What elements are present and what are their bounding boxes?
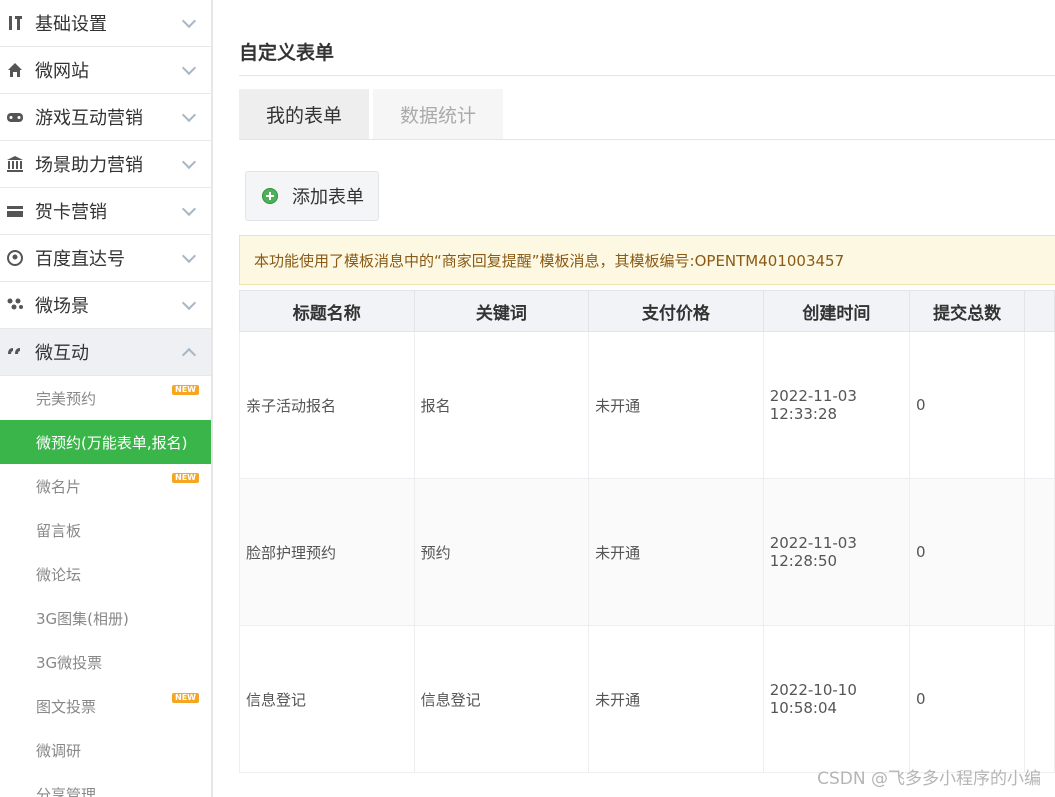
gamepad-icon — [6, 108, 24, 126]
cell-keyword: 预约 — [413, 478, 590, 626]
column-header-keyword[interactable]: 关键词 — [413, 290, 590, 332]
home-icon — [6, 61, 24, 79]
main-content: 自定义表单 我的表单 数据统计 添加表单 本功能使用了模板消息中的“商家回复提醒… — [213, 0, 1055, 797]
menu-item-greeting-card[interactable]: 贺卡营销 — [0, 188, 211, 235]
notice-banner: 本功能使用了模板消息中的“商家回复提醒”模板消息，其模板编号:OPENTM401… — [239, 235, 1055, 285]
column-header-more — [1024, 290, 1055, 332]
sub-item-image-vote[interactable]: 图文投票 NEW — [0, 684, 211, 728]
plus-circle-icon — [262, 188, 278, 204]
cell-keyword: 报名 — [413, 331, 590, 479]
sub-item-label: 3G微投票 — [36, 653, 103, 672]
menu-item-label: 微场景 — [35, 296, 89, 317]
page-title: 自定义表单 — [239, 42, 335, 64]
tab-data-stats[interactable]: 数据统计 — [373, 89, 503, 139]
sub-item-label: 完美预约 — [36, 389, 97, 408]
table-header-row: 标题名称 关键词 支付价格 创建时间 提交总数 — [239, 290, 1055, 332]
sub-item-label: 3G图集(相册) — [36, 609, 129, 628]
title-divider — [239, 75, 1055, 76]
sub-item-label: 留言板 — [36, 521, 82, 540]
chevron-up-icon — [181, 347, 197, 363]
chevron-down-icon — [181, 295, 197, 311]
sub-item-perfect-booking[interactable]: 完美预约 NEW — [0, 376, 211, 420]
sub-item-label: 分享管理 — [36, 785, 97, 797]
cell-price: 未开通 — [588, 478, 764, 626]
chevron-down-icon — [181, 248, 197, 264]
cell-more — [1024, 331, 1055, 479]
new-badge: NEW — [172, 693, 199, 703]
cell-title: 脸部护理预约 — [239, 478, 415, 626]
watermark: CSDN @飞多多小程序的小编 — [817, 769, 1041, 789]
add-form-label: 添加表单 — [292, 187, 364, 208]
sub-item-label: 微论坛 — [36, 565, 82, 584]
cell-more — [1024, 625, 1055, 773]
chevron-down-icon — [181, 154, 197, 170]
table-row: 亲子活动报名 报名 未开通 2022-11-03 12:33:28 0 — [239, 331, 1055, 479]
sub-item-share-manage[interactable]: 分享管理 — [0, 772, 211, 797]
menu-item-label: 基础设置 — [35, 14, 107, 35]
sub-item-label: 微调研 — [36, 741, 82, 760]
chevron-down-icon — [181, 13, 197, 29]
sub-item-label: 微名片 — [36, 477, 82, 496]
column-header-title[interactable]: 标题名称 — [239, 290, 415, 332]
table-row: 信息登记 信息登记 未开通 2022-10-10 10:58:04 0 — [239, 625, 1055, 773]
menu-item-basic-settings[interactable]: 基础设置 — [0, 0, 211, 47]
cell-total: 0 — [909, 625, 1026, 773]
menu-item-micro-scene[interactable]: 微场景 — [0, 282, 211, 329]
new-badge: NEW — [172, 385, 199, 395]
cell-price: 未开通 — [588, 625, 764, 773]
sub-item-label: 微预约(万能表单,报名) — [36, 433, 188, 452]
sub-item-label: 图文投票 — [36, 697, 97, 716]
cell-created: 2022-11-03 12:28:50 — [762, 478, 911, 626]
sub-item-3g-vote[interactable]: 3G微投票 — [0, 640, 211, 684]
bank-icon — [6, 155, 24, 173]
menu-item-micro-interact[interactable]: 微互动 — [0, 329, 211, 376]
sub-item-micro-forum[interactable]: 微论坛 — [0, 552, 211, 596]
menu-item-micro-site[interactable]: 微网站 — [0, 47, 211, 94]
column-header-price[interactable]: 支付价格 — [588, 290, 764, 332]
column-header-total[interactable]: 提交总数 — [909, 290, 1026, 332]
cell-title: 信息登记 — [239, 625, 415, 773]
sub-item-micro-survey[interactable]: 微调研 — [0, 728, 211, 772]
menu-item-label: 百度直达号 — [35, 249, 125, 270]
add-form-button[interactable]: 添加表单 — [245, 171, 379, 221]
tab-divider — [239, 139, 1055, 140]
baidu-icon — [6, 249, 24, 267]
column-header-created[interactable]: 创建时间 — [762, 290, 911, 332]
sub-item-micro-booking[interactable]: 微预约(万能表单,报名) — [0, 420, 211, 464]
menu-item-game-marketing[interactable]: 游戏互动营销 — [0, 94, 211, 141]
menu-item-label: 微网站 — [35, 61, 89, 82]
chevron-down-icon — [181, 60, 197, 76]
tab-my-forms[interactable]: 我的表单 — [239, 89, 369, 139]
new-badge: NEW — [172, 473, 199, 483]
menu-item-baidu-direct[interactable]: 百度直达号 — [0, 235, 211, 282]
menu-item-label: 场景助力营销 — [35, 155, 143, 176]
cell-more — [1024, 478, 1055, 626]
sub-item-message-board[interactable]: 留言板 — [0, 508, 211, 552]
cell-keyword: 信息登记 — [413, 625, 590, 773]
table-row: 脸部护理预约 预约 未开通 2022-11-03 12:28:50 0 — [239, 478, 1055, 626]
menu-item-label: 贺卡营销 — [35, 202, 107, 223]
menu-item-scene-boost[interactable]: 场景助力营销 — [0, 141, 211, 188]
cell-total: 0 — [909, 478, 1026, 626]
sub-item-micro-namecard[interactable]: 微名片 NEW — [0, 464, 211, 508]
sidebar: 基础设置 微网站 游戏互动营销 场景助力营销 贺卡营销 百度直达号 微场景 微互… — [0, 0, 213, 797]
cell-price: 未开通 — [588, 331, 764, 479]
forms-table: 标题名称 关键词 支付价格 创建时间 提交总数 亲子活动报名 报名 未开通 20… — [239, 290, 1055, 773]
chevron-down-icon — [181, 201, 197, 217]
chevron-down-icon — [181, 107, 197, 123]
cell-title: 亲子活动报名 — [239, 331, 415, 479]
cell-created: 2022-10-10 10:58:04 — [762, 625, 911, 773]
menu-item-label: 游戏互动营销 — [35, 108, 143, 129]
card-icon — [6, 202, 24, 220]
tools-icon — [6, 14, 24, 32]
cell-created: 2022-11-03 12:33:28 — [762, 331, 911, 479]
interact-icon — [6, 343, 24, 361]
cell-total: 0 — [909, 331, 1026, 479]
scene-icon — [6, 296, 24, 314]
menu-item-label: 微互动 — [35, 343, 89, 364]
sub-item-3g-gallery[interactable]: 3G图集(相册) — [0, 596, 211, 640]
